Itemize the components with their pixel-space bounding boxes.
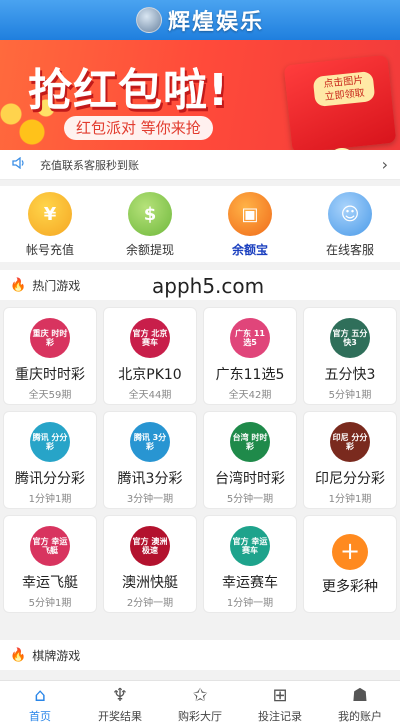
user-icon: ☗	[351, 685, 369, 706]
lottery-badge-icon: 官方 幸运飞艇	[30, 526, 70, 566]
claim-label: 点击图片 立即领取	[312, 70, 376, 108]
lottery-badge-icon: 台湾 时时彩	[230, 422, 270, 462]
lottery-badge-icon: 官方 幸运赛车	[230, 526, 270, 566]
game-card[interactable]: 重庆 时时彩 重庆时时彩 全天59期	[3, 307, 97, 405]
game-card[interactable]: 广东 11选5 广东11选5 全天42期	[203, 307, 297, 405]
tab-label: 我的账户	[338, 710, 382, 723]
lottery-badge-icon: 官方 澳洲极速	[130, 526, 170, 566]
quick-action-label: 帐号充值	[25, 243, 74, 257]
fire-icon: 🔥	[10, 277, 27, 293]
lottery-badge-icon: 重庆 时时彩	[30, 318, 70, 358]
game-name: 北京PK10	[118, 367, 182, 383]
game-card[interactable]: 官方 幸运赛车 幸运赛车 1分钟一期	[203, 515, 297, 613]
game-frequency: 5分钟1期	[28, 598, 72, 609]
lottery-badge-icon: 印尼 分分彩	[330, 422, 370, 462]
deposit-icon: ¥	[28, 192, 72, 236]
trophy-icon: ♆	[111, 685, 129, 706]
hot-games-title: 热门游戏	[32, 278, 81, 293]
game-frequency: 1分钟1期	[328, 494, 372, 505]
game-card[interactable]: 官方 澳洲极速 澳洲快艇 2分钟一期	[103, 515, 197, 613]
lottery-badge-icon: 官方 五分快3	[330, 318, 370, 358]
tab-bet-records[interactable]: ⊞ 投注记录	[240, 681, 320, 728]
game-name: 腾讯分分彩	[15, 471, 85, 487]
app-logo	[135, 7, 162, 33]
quick-action-label: 余额提现	[125, 243, 174, 257]
game-card[interactable]: 腾讯 分分彩 腾讯分分彩 1分钟1期	[3, 411, 97, 509]
game-name: 重庆时时彩	[15, 367, 85, 383]
tab-home[interactable]: ⌂ 首页	[0, 681, 80, 728]
lottery-badge-icon: 广东 11选5	[230, 318, 270, 358]
lottery-badge-icon: 腾讯 3分彩	[130, 422, 170, 462]
game-frequency: 5分钟一期	[226, 494, 274, 505]
game-card[interactable]: 官方 幸运飞艇 幸运飞艇 5分钟1期	[3, 515, 97, 613]
quick-action-treasure[interactable]: ▣ 余额宝	[200, 186, 300, 262]
game-card[interactable]: 台湾 时时彩 台湾时时彩 5分钟一期	[203, 411, 297, 509]
tab-lottery-hall[interactable]: ✩ 购彩大厅	[160, 681, 240, 728]
card-games-title: 棋牌游戏	[32, 648, 81, 663]
quick-action-label: 在线客服	[325, 243, 374, 257]
game-name: 幸运飞艇	[22, 575, 78, 591]
home-icon: ⌂	[34, 685, 46, 706]
game-frequency: 全天42期	[228, 390, 272, 401]
banner-subline: 红包派对 等你来抢	[64, 116, 213, 140]
plus-icon: +	[332, 534, 368, 570]
notice-text: 充值联系客服秒到账	[40, 158, 139, 172]
game-frequency: 2分钟一期	[126, 598, 174, 609]
app-title: 辉煌娱乐	[167, 10, 264, 35]
lottery-badge-icon: 腾讯 分分彩	[30, 422, 70, 462]
lottery-badge-icon: 官方 北京赛车	[130, 318, 170, 358]
gift-icon: ⊞	[272, 685, 288, 706]
quick-action-withdraw[interactable]: $ 余额提现	[100, 186, 200, 262]
game-card[interactable]: 腾讯 3分彩 腾讯3分彩 3分钟一期	[103, 411, 197, 509]
quick-action-deposit[interactable]: ¥ 帐号充值	[0, 186, 100, 262]
bottom-tab-bar: ⌂ 首页 ♆ 开奖结果 ✩ 购彩大厅 ⊞ 投注记录 ☗ 我的账户	[0, 680, 400, 728]
tab-label: 开奖结果	[98, 710, 142, 723]
customer-service-icon: ☺	[328, 192, 372, 236]
treasure-icon: ▣	[228, 192, 272, 236]
speaker-icon	[12, 156, 32, 173]
more-games-card[interactable]: + 更多彩种	[303, 515, 397, 613]
game-name: 广东11选5	[215, 367, 285, 383]
game-frequency: 1分钟1期	[28, 494, 72, 505]
tab-label: 首页	[29, 710, 51, 723]
hot-games-grid: 重庆 时时彩 重庆时时彩 全天59期 官方 北京赛车 北京PK10 全天44期 …	[0, 304, 400, 616]
game-name: 台湾时时彩	[215, 471, 285, 487]
game-frequency: 全天44期	[128, 390, 172, 401]
quick-action-customer-service[interactable]: ☺ 在线客服	[300, 186, 400, 262]
tab-my-account[interactable]: ☗ 我的账户	[320, 681, 400, 728]
notice-bar[interactable]: 充值联系客服秒到账 ›	[0, 150, 400, 180]
chevron-right-icon: ›	[381, 155, 388, 174]
app-header: 辉煌娱乐	[0, 0, 400, 40]
tab-label: 购彩大厅	[178, 710, 222, 723]
promo-banner[interactable]: 抢红包啦! 红包派对 等你来抢 点击图片 立即领取 抢	[0, 40, 400, 150]
banner-headline: 抢红包啦!	[28, 65, 230, 116]
lottery-hall-icon: ✩	[192, 685, 208, 706]
game-frequency: 3分钟一期	[126, 494, 174, 505]
game-card[interactable]: 官方 北京赛车 北京PK10 全天44期	[103, 307, 197, 405]
game-card[interactable]: 印尼 分分彩 印尼分分彩 1分钟1期	[303, 411, 397, 509]
game-card[interactable]: 官方 五分快3 五分快3 5分钟1期	[303, 307, 397, 405]
game-name: 印尼分分彩	[315, 471, 385, 487]
game-frequency: 5分钟1期	[328, 390, 372, 401]
tab-label: 投注记录	[258, 710, 302, 723]
quick-action-label: 余额宝	[231, 243, 268, 257]
game-name: 腾讯3分彩	[117, 471, 183, 487]
withdraw-icon: $	[128, 192, 172, 236]
quick-actions: ¥ 帐号充值 $ 余额提现 ▣ 余额宝 ☺ 在线客服	[0, 186, 400, 262]
game-name: 幸运赛车	[222, 575, 278, 591]
fire-icon: 🔥	[10, 647, 27, 663]
game-frequency: 1分钟一期	[226, 598, 274, 609]
more-games-label: 更多彩种	[322, 579, 378, 595]
watermark-text: apph5.com	[152, 274, 265, 298]
game-name: 五分快3	[324, 367, 376, 383]
game-frequency: 全天59期	[28, 390, 72, 401]
game-name: 澳洲快艇	[122, 575, 178, 591]
tab-results[interactable]: ♆ 开奖结果	[80, 681, 160, 728]
card-games-header: 🔥 棋牌游戏	[0, 640, 400, 670]
